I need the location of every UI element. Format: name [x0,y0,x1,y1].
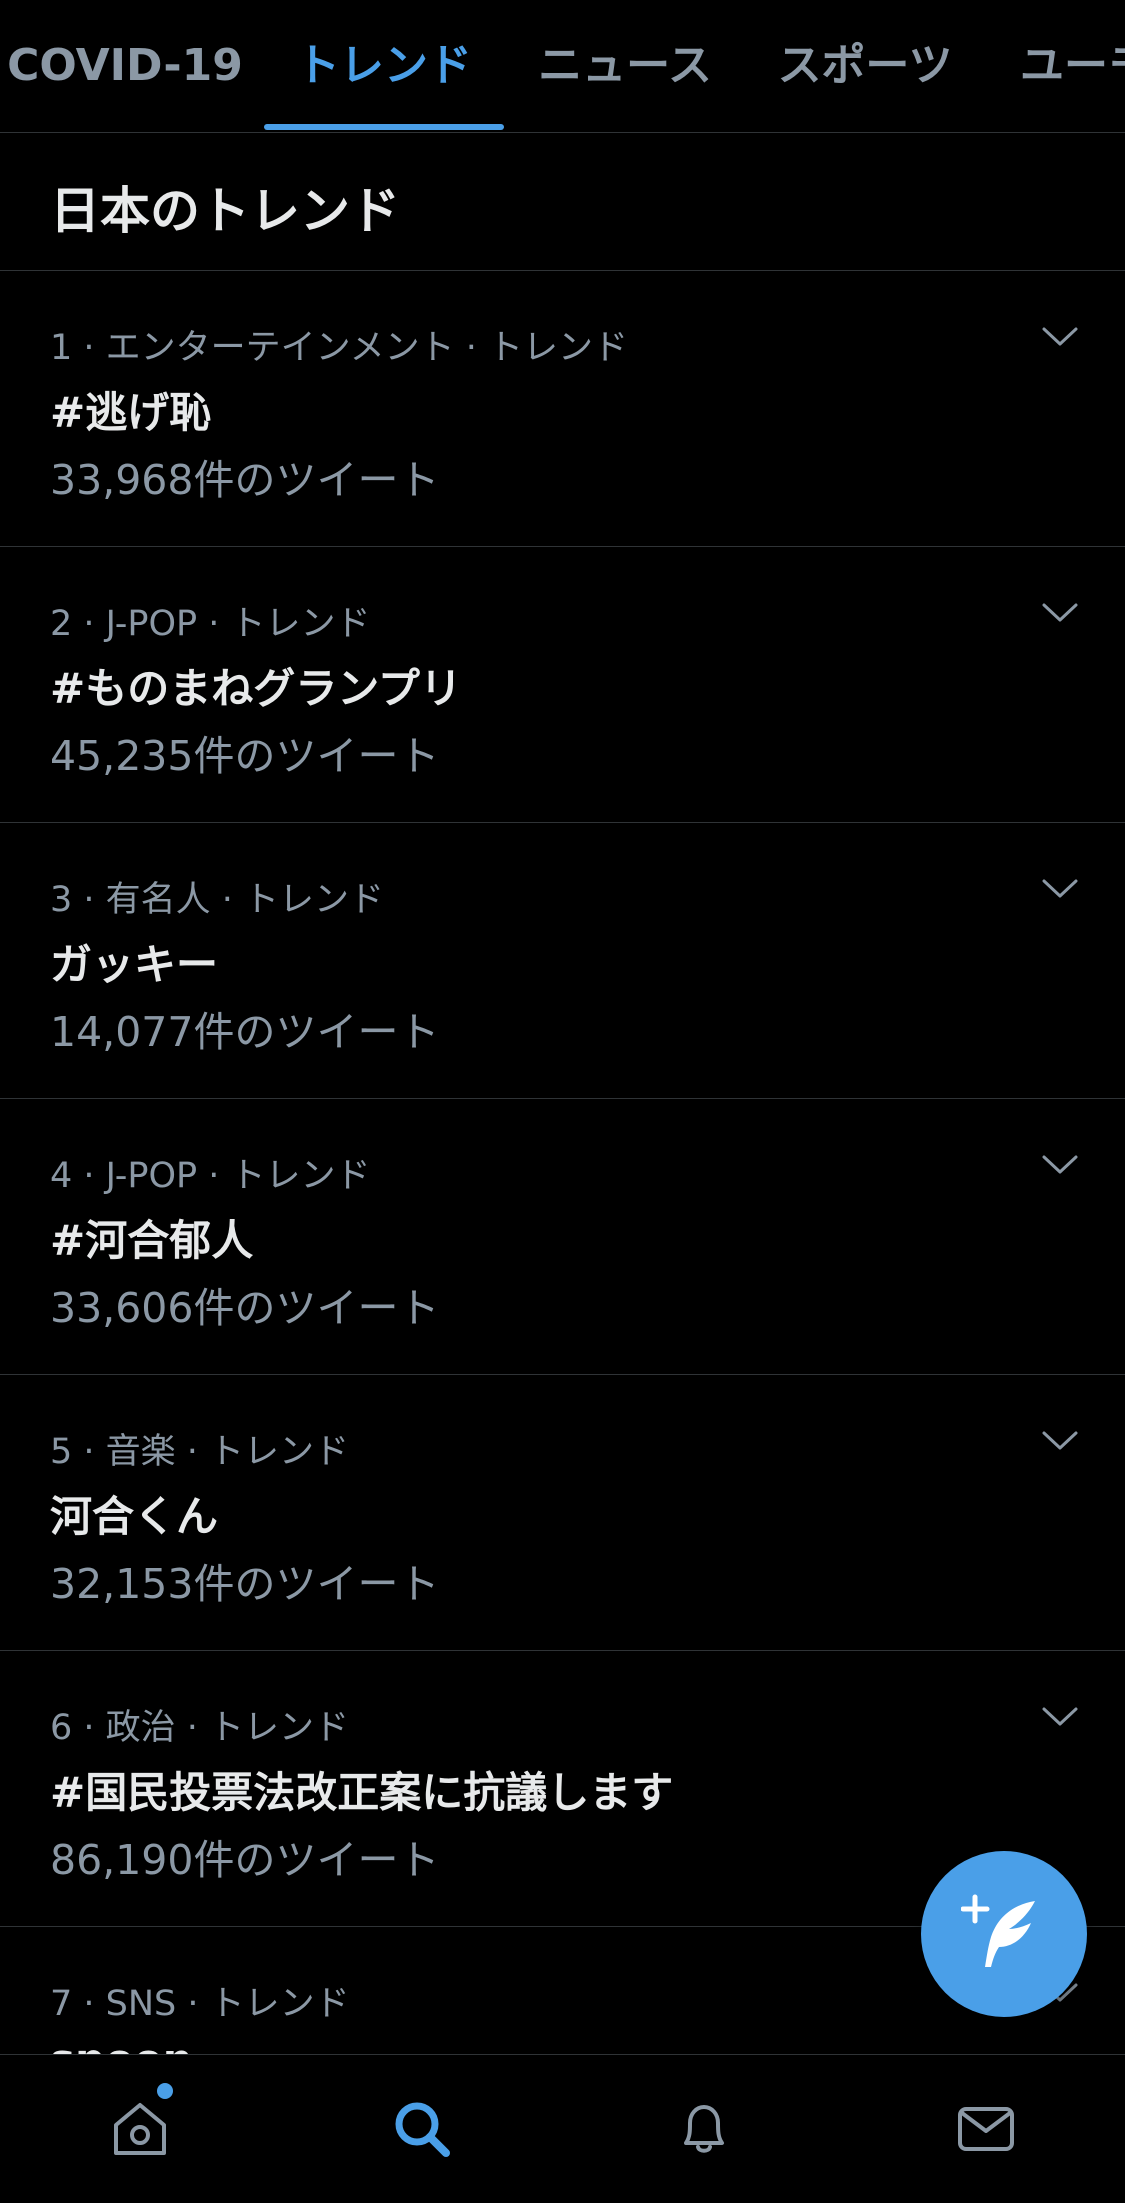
trend-item[interactable]: 5 · 音楽 · トレンド 河合くん 32,153件のツイート [0,1375,1125,1651]
chevron-down-icon[interactable] [1040,325,1080,349]
bell-icon[interactable] [672,2097,736,2161]
trend-name: #ものまねグランプリ [50,664,462,713]
trend-meta: 3 · 有名人 · トレンド [50,880,385,920]
trend-tweet-count: 33,968件のツイート [50,456,440,504]
compose-tweet-button[interactable] [921,1851,1087,2017]
compose-feather-icon [961,1894,1035,1967]
tab-humor[interactable]: ユーモア [1020,0,1125,132]
chevron-down-icon[interactable] [1040,601,1080,625]
tab-sports[interactable]: スポーツ [770,0,960,132]
home-notification-dot [157,2083,173,2099]
trend-name: ガッキー [50,940,219,989]
trend-meta: 7 · SNS · トレンド [50,1984,350,2024]
section-title: 日本のトレンド [50,182,400,240]
trend-name: 河合くん [50,1492,219,1541]
chevron-down-icon[interactable] [1040,1705,1080,1729]
top-tab-bar: COVID-19 トレンド ニュース スポーツ ユーモア [0,0,1125,133]
trend-item[interactable]: 4 · J-POP · トレンド #河合郁人 33,606件のツイート [0,1099,1125,1375]
chevron-down-icon[interactable] [1040,1153,1080,1177]
active-tab-indicator [264,124,504,130]
tab-covid19[interactable]: COVID-19 [0,0,250,132]
trend-tweet-count: 33,606件のツイート [50,1284,440,1332]
tab-news[interactable]: ニュース [530,0,720,132]
tab-trends[interactable]: トレンド [264,0,504,132]
trend-item[interactable]: 1 · エンターテインメント · トレンド #逃げ恥 33,968件のツイート [0,271,1125,547]
bottom-nav-bar [0,2054,1125,2203]
trend-meta: 4 · J-POP · トレンド [50,1156,371,1196]
trend-meta: 6 · 政治 · トレンド [50,1708,350,1748]
search-icon[interactable] [390,2097,454,2161]
trend-tweet-count: 14,077件のツイート [50,1008,440,1056]
trend-meta: 1 · エンターテインメント · トレンド [50,328,628,368]
section-header: 日本のトレンド [0,133,1125,271]
home-icon[interactable] [108,2097,172,2161]
trend-name: #逃げ恥 [50,388,212,437]
trend-tweet-count: 86,190件のツイート [50,1836,440,1884]
trend-item[interactable]: 3 · 有名人 · トレンド ガッキー 14,077件のツイート [0,823,1125,1099]
trend-tweet-count: 45,235件のツイート [50,732,440,780]
mail-icon[interactable] [954,2097,1018,2161]
trend-name: #国民投票法改正案に抗議します [50,1768,674,1817]
trend-meta: 2 · J-POP · トレンド [50,604,371,644]
chevron-down-icon[interactable] [1040,877,1080,901]
trend-meta: 5 · 音楽 · トレンド [50,1432,350,1472]
trend-name: #河合郁人 [50,1216,254,1265]
chevron-down-icon[interactable] [1040,1429,1080,1453]
trend-tweet-count: 32,153件のツイート [50,1560,440,1608]
trend-item[interactable]: 2 · J-POP · トレンド #ものまねグランプリ 45,235件のツイート [0,547,1125,823]
